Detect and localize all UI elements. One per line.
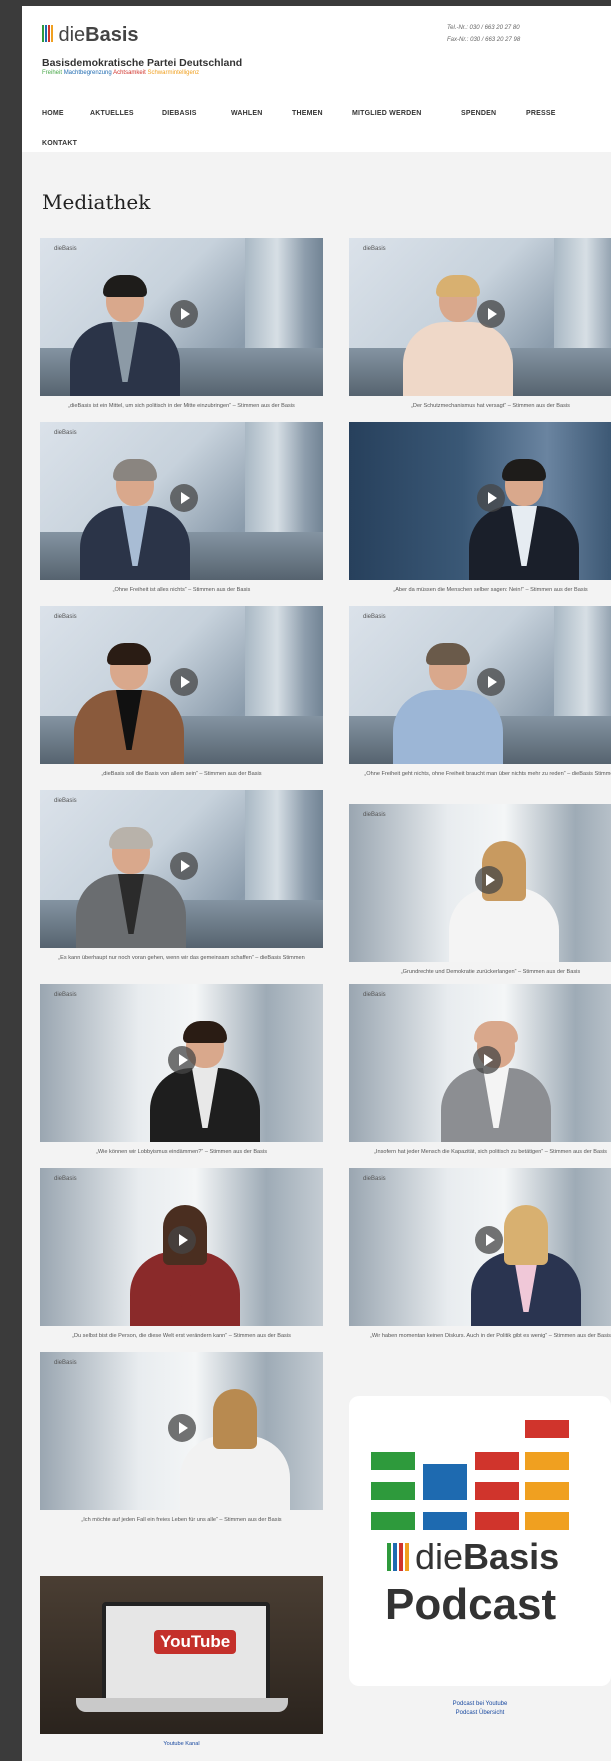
video-caption[interactable]: „Insofern hat jeder Mensch die Kapazität…: [349, 1148, 611, 1156]
phone-number: Tel.-Nr.: 030 / 663 20 27 80: [447, 25, 520, 31]
nav-wahlen[interactable]: WAHLEN: [231, 110, 263, 117]
logo-mark-icon: [42, 24, 54, 47]
podcast-title: Podcast: [385, 1580, 557, 1629]
youtube-thumbnail[interactable]: YouTube: [40, 1576, 323, 1734]
video-badge: dieBasis: [54, 798, 77, 804]
fax-number: Fax-Nr.: 030 / 663 20 27 98: [447, 37, 521, 43]
video-caption[interactable]: „Ich möchte auf jeden Fall ein freies Le…: [40, 1516, 323, 1524]
slogan-freiheit: Freiheit: [42, 70, 63, 76]
play-icon[interactable]: [170, 852, 198, 880]
podcast-tile[interactable]: dieBasis Podcast: [349, 1396, 611, 1686]
video-badge: dieBasis: [54, 430, 77, 436]
mediathek-content: Mediathek dieBasis „dieBasis ist ein Mit…: [22, 152, 611, 1761]
video-badge: dieBasis: [54, 614, 77, 620]
video-badge: dieBasis: [363, 246, 386, 252]
nav-kontakt[interactable]: KONTAKT: [42, 140, 77, 147]
nav-diebasis[interactable]: DIEBASIS: [162, 110, 197, 117]
video-caption[interactable]: „Wie können wir Lobbyismus eindämmen?“ –…: [40, 1148, 323, 1156]
play-icon[interactable]: [475, 866, 503, 894]
video-badge: dieBasis: [54, 992, 77, 998]
nav-spenden[interactable]: SPENDEN: [461, 110, 496, 117]
podcast-youtube-link[interactable]: Podcast bei Youtube: [349, 1700, 611, 1709]
video-thumbnail[interactable]: dieBasis: [40, 606, 323, 764]
nav-home[interactable]: HOME: [42, 110, 64, 117]
site-logo[interactable]: dieBasis: [42, 24, 139, 47]
video-caption[interactable]: „Grundrechte und Demokratie zurückerlang…: [349, 968, 611, 976]
play-icon[interactable]: [168, 1046, 196, 1074]
video-thumbnail[interactable]: dieBasis: [40, 422, 323, 580]
nav-presse[interactable]: PRESSE: [526, 110, 556, 117]
laptop-image: YouTube: [102, 1602, 270, 1702]
video-thumbnail[interactable]: dieBasis: [40, 790, 323, 948]
video-thumbnail[interactable]: dieBasis: [349, 606, 611, 764]
slogan: Freiheit Machtbegrenzung Achtsamkeit Sch…: [42, 70, 199, 76]
video-thumbnail[interactable]: dieBasis: [40, 1352, 323, 1510]
youtube-logo: YouTube: [154, 1630, 237, 1654]
video-thumbnail[interactable]: dieBasis: [349, 804, 611, 962]
page: dieBasis Basisdemokratische Partei Deuts…: [22, 6, 611, 1761]
slogan-achtsamkeit: Achtsamkeit: [113, 70, 146, 76]
contact-info: Tel.-Nr.: 030 / 663 20 27 80 Fax-Nr.: 03…: [447, 22, 520, 46]
podcast-overview-link[interactable]: Podcast Übersicht: [349, 1709, 611, 1718]
slogan-schwarmintelligenz: Schwarmintelligenz: [147, 70, 200, 76]
logo-text: dieBasis: [58, 24, 139, 46]
video-thumbnail[interactable]: dieBasis: [40, 238, 323, 396]
video-badge: dieBasis: [363, 812, 386, 818]
video-badge: dieBasis: [363, 1176, 386, 1182]
video-caption[interactable]: „Wir haben momentan keinen Diskurs. Auch…: [349, 1332, 611, 1340]
video-badge: dieBasis: [54, 1176, 77, 1182]
video-caption[interactable]: „dieBasis soll die Basis von allem sein“…: [40, 770, 323, 778]
play-icon[interactable]: [477, 300, 505, 328]
play-icon[interactable]: [477, 484, 505, 512]
video-badge: dieBasis: [363, 992, 386, 998]
video-caption[interactable]: „Aber da müssen die Menschen selber sage…: [349, 586, 611, 594]
video-thumbnail[interactable]: dieBasis: [40, 984, 323, 1142]
play-icon[interactable]: [473, 1046, 501, 1074]
play-icon[interactable]: [170, 300, 198, 328]
podcast-logo: dieBasis: [387, 1536, 559, 1580]
video-caption[interactable]: „dieBasis ist ein Mittel, um sich politi…: [40, 402, 323, 410]
logo-mark-icon: [387, 1538, 411, 1580]
video-caption[interactable]: „Ohne Freiheit geht nichts, ohne Freihei…: [349, 770, 611, 778]
video-caption[interactable]: „Ohne Freiheit ist alles nichts“ – Stimm…: [40, 586, 323, 594]
nav-themen[interactable]: THEMEN: [292, 110, 323, 117]
party-name: Basisdemokratische Partei Deutschland: [42, 57, 243, 69]
play-icon[interactable]: [168, 1414, 196, 1442]
video-thumbnail[interactable]: dieBasis: [40, 1168, 323, 1326]
video-thumbnail[interactable]: dieBasis: [349, 984, 611, 1142]
video-caption[interactable]: „Du selbst bist die Person, die diese We…: [40, 1332, 323, 1340]
video-badge: dieBasis: [54, 246, 77, 252]
play-icon[interactable]: [475, 1226, 503, 1254]
youtube-link[interactable]: Youtube Kanal: [40, 1740, 323, 1748]
nav-mitglied-werden[interactable]: MITGLIED WERDEN: [352, 110, 422, 117]
play-icon[interactable]: [170, 668, 198, 696]
video-thumbnail[interactable]: dieBasis: [349, 238, 611, 396]
play-icon[interactable]: [168, 1226, 196, 1254]
video-caption[interactable]: „Der Schutzmechanismus hat versagt“ – St…: [349, 402, 611, 410]
page-title: Mediathek: [42, 190, 151, 214]
podcast-links: Podcast bei Youtube Podcast Übersicht: [349, 1700, 611, 1718]
video-badge: dieBasis: [54, 1360, 77, 1366]
video-caption[interactable]: „Es kann überhaupt nur noch voran gehen,…: [40, 954, 323, 962]
play-icon[interactable]: [170, 484, 198, 512]
play-icon[interactable]: [477, 668, 505, 696]
site-header: dieBasis Basisdemokratische Partei Deuts…: [22, 6, 611, 116]
slogan-machtbegrenzung: Machtbegrenzung: [63, 70, 112, 76]
video-thumbnail[interactable]: [349, 422, 611, 580]
video-badge: dieBasis: [363, 614, 386, 620]
video-thumbnail[interactable]: dieBasis: [349, 1168, 611, 1326]
nav-aktuelles[interactable]: AKTUELLES: [90, 110, 134, 117]
